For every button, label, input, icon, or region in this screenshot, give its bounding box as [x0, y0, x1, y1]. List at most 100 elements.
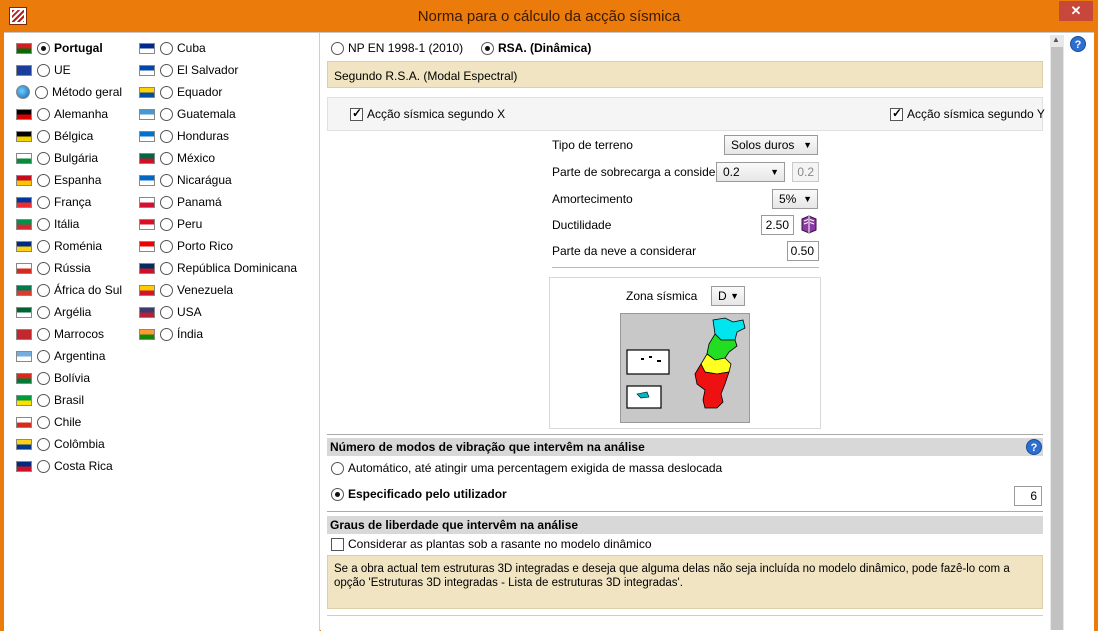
- country-option[interactable]: Costa Rica: [16, 457, 113, 475]
- radio-circle[interactable]: [37, 283, 50, 297]
- radio-circle[interactable]: [37, 107, 50, 121]
- check-seismic-x[interactable]: Acção sísmica segundo X: [350, 106, 505, 121]
- radio-circle[interactable]: [160, 129, 173, 143]
- country-option[interactable]: Índia: [139, 325, 203, 343]
- radio-modes-specified[interactable]: Especificado pelo utilizador: [331, 487, 507, 501]
- radio-modes-auto[interactable]: Automático, até atingir uma percentagem …: [331, 461, 722, 475]
- flag-icon: [16, 174, 32, 186]
- country-option[interactable]: Equador: [139, 83, 222, 101]
- country-option[interactable]: Porto Rico: [139, 237, 233, 255]
- country-option[interactable]: Colômbia: [16, 435, 105, 453]
- duct-field[interactable]: 2.50: [761, 215, 794, 235]
- country-option[interactable]: Marrocos: [16, 325, 104, 343]
- radio-circle[interactable]: [331, 41, 344, 55]
- country-option[interactable]: Nicarágua: [139, 171, 232, 189]
- zona-select[interactable]: D ▼: [711, 286, 745, 306]
- radio-circle[interactable]: [37, 173, 50, 187]
- check-seismic-y[interactable]: Acção sísmica segundo Y: [890, 106, 1045, 121]
- country-option[interactable]: Bélgica: [16, 127, 93, 145]
- country-option[interactable]: México: [139, 149, 215, 167]
- radio-circle[interactable]: [37, 327, 50, 341]
- radio-circle[interactable]: [160, 195, 173, 209]
- radio-rsa[interactable]: RSA. (Dinâmica): [481, 41, 591, 55]
- sobrecarga-select[interactable]: 0.2 ▼: [716, 162, 785, 182]
- radio-circle[interactable]: [160, 63, 173, 77]
- country-option[interactable]: Argélia: [16, 303, 91, 321]
- flag-icon: [16, 306, 32, 318]
- country-option[interactable]: Venezuela: [139, 281, 233, 299]
- terreno-select[interactable]: Solos duros ▼: [724, 135, 818, 155]
- country-option[interactable]: Roménia: [16, 237, 102, 255]
- flag-icon: [16, 328, 32, 340]
- amort-select[interactable]: 5% ▼: [772, 189, 818, 209]
- radio-circle[interactable]: [37, 349, 50, 363]
- country-option[interactable]: Portugal: [16, 39, 103, 57]
- country-option[interactable]: Argentina: [16, 347, 105, 365]
- country-option[interactable]: Bulgária: [16, 149, 98, 167]
- country-option[interactable]: El Salvador: [139, 61, 238, 79]
- radio-circle[interactable]: [37, 261, 50, 275]
- radio-circle[interactable]: [160, 261, 173, 275]
- close-button[interactable]: ✕: [1059, 1, 1093, 21]
- country-option[interactable]: República Dominicana: [139, 259, 297, 277]
- radio-circle[interactable]: [160, 151, 173, 165]
- radio-circle[interactable]: [37, 63, 50, 77]
- country-label: Equador: [177, 85, 223, 99]
- radio-circle[interactable]: [37, 305, 50, 319]
- radio-circle[interactable]: [37, 151, 50, 165]
- country-option[interactable]: Bolívia: [16, 369, 90, 387]
- radio-circle[interactable]: [160, 173, 173, 187]
- vertical-scrollbar[interactable]: ▲: [1050, 35, 1064, 630]
- country-option[interactable]: Rússia: [16, 259, 91, 277]
- country-option[interactable]: Panamá: [139, 193, 222, 211]
- country-option[interactable]: UE: [16, 61, 71, 79]
- radio-circle[interactable]: [37, 459, 50, 473]
- radio-circle[interactable]: [160, 85, 173, 99]
- country-option[interactable]: Cuba: [139, 39, 206, 57]
- checkbox[interactable]: [331, 537, 344, 551]
- scroll-thumb[interactable]: [1051, 47, 1063, 630]
- country-option[interactable]: Brasil: [16, 391, 84, 409]
- modes-count-field[interactable]: 6: [1014, 486, 1042, 506]
- radio-circle[interactable]: [160, 305, 173, 319]
- radio-circle[interactable]: [37, 415, 50, 429]
- radio-circle[interactable]: [331, 461, 344, 475]
- radio-circle[interactable]: [37, 195, 50, 209]
- checkbox[interactable]: [890, 106, 903, 121]
- country-option[interactable]: África do Sul: [16, 281, 122, 299]
- radio-circle[interactable]: [331, 487, 344, 501]
- country-option[interactable]: Honduras: [139, 127, 229, 145]
- checkbox[interactable]: [350, 106, 363, 121]
- radio-circle[interactable]: [37, 239, 50, 253]
- neve-field[interactable]: 0.50: [787, 241, 819, 261]
- radio-circle[interactable]: [35, 85, 48, 99]
- country-option[interactable]: Alemanha: [16, 105, 108, 123]
- radio-circle[interactable]: [481, 41, 494, 55]
- help-icon[interactable]: ?: [1026, 439, 1042, 455]
- radio-np-en[interactable]: NP EN 1998-1 (2010): [331, 41, 463, 55]
- radio-circle[interactable]: [160, 283, 173, 297]
- help-icon[interactable]: ?: [1070, 36, 1086, 52]
- radio-circle[interactable]: [160, 107, 173, 121]
- radio-circle[interactable]: [37, 437, 50, 451]
- radio-circle[interactable]: [37, 393, 50, 407]
- book-icon[interactable]: [799, 214, 819, 234]
- radio-circle[interactable]: [160, 239, 173, 253]
- radio-circle[interactable]: [160, 327, 173, 341]
- radio-circle[interactable]: [160, 41, 173, 55]
- radio-circle[interactable]: [37, 41, 50, 55]
- country-option[interactable]: Espanha: [16, 171, 101, 189]
- country-option[interactable]: Itália: [16, 215, 79, 233]
- radio-circle[interactable]: [37, 217, 50, 231]
- scroll-up-icon[interactable]: ▲: [1052, 35, 1060, 44]
- country-option[interactable]: USA: [139, 303, 202, 321]
- country-option[interactable]: Método geral: [16, 83, 122, 101]
- country-option[interactable]: Guatemala: [139, 105, 236, 123]
- country-option[interactable]: Chile: [16, 413, 81, 431]
- country-option[interactable]: Peru: [139, 215, 202, 233]
- radio-circle[interactable]: [37, 129, 50, 143]
- check-plantas-rasante[interactable]: Considerar as plantas sob a rasante no m…: [331, 537, 652, 551]
- country-option[interactable]: França: [16, 193, 91, 211]
- radio-circle[interactable]: [160, 217, 173, 231]
- radio-circle[interactable]: [37, 371, 50, 385]
